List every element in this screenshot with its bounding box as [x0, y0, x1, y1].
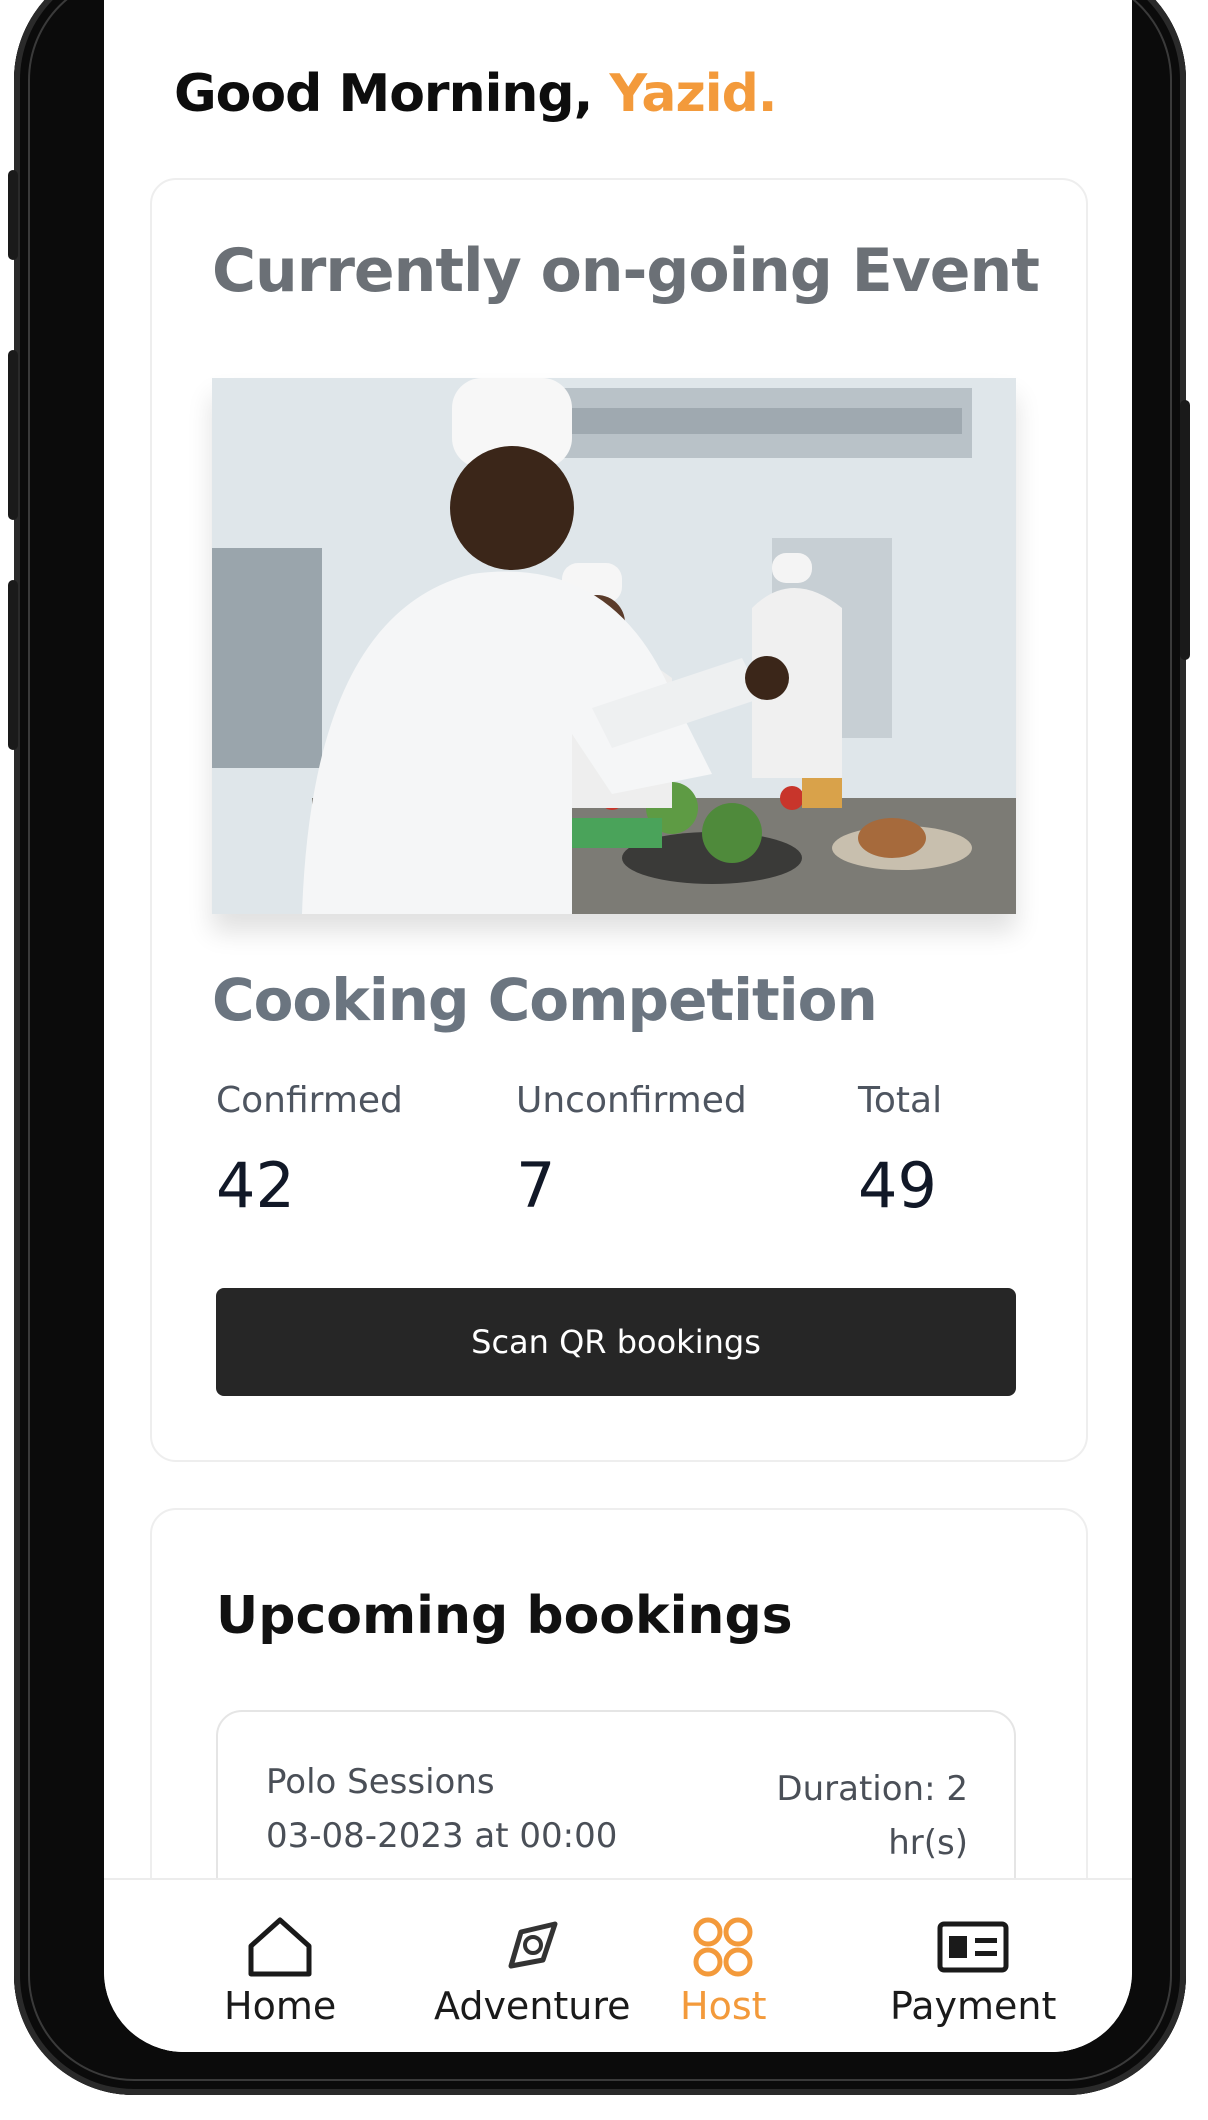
- compass-icon: [508, 1921, 558, 1969]
- tab-host[interactable]: Host: [680, 1914, 767, 2028]
- phone-frame: Good Morning, Yazid. Currently on-going …: [8, 0, 1190, 2095]
- event-image: [212, 378, 1016, 914]
- phone-side-button: [8, 170, 18, 260]
- booking-duration: Duration: 2 hr(s): [776, 1769, 968, 1863]
- grid-circles-icon: [693, 1917, 753, 1977]
- phone-volume-down-button: [8, 580, 18, 750]
- ongoing-event-title: Currently on-going Event: [212, 236, 1040, 306]
- ongoing-event-card: Currently on-going Event Cooking Competi…: [150, 178, 1088, 1462]
- stat-label: Total: [858, 1080, 943, 1121]
- stat-value: 42: [216, 1149, 295, 1222]
- stat-unconfirmed: Unconfirmed 7: [516, 1080, 747, 1222]
- greeting-prefix: Good Morning,: [174, 64, 610, 124]
- tab-label: Payment: [890, 1984, 1057, 2028]
- card-icon: [937, 1921, 1009, 1973]
- tab-home[interactable]: Home: [224, 1914, 336, 2028]
- stat-confirmed: Confirmed 42: [216, 1080, 403, 1222]
- stat-label: Confirmed: [216, 1080, 403, 1121]
- greeting-name: Yazid.: [609, 64, 778, 124]
- stat-value: 7: [516, 1149, 556, 1222]
- booking-date: 03-08-2023 at 00:00: [266, 1816, 618, 1856]
- booking-title: Polo Sessions: [266, 1762, 495, 1802]
- upcoming-bookings-title: Upcoming bookings: [216, 1586, 793, 1646]
- tab-label: Adventure: [434, 1984, 631, 2028]
- event-name: Cooking Competition: [212, 966, 878, 1034]
- tab-label: Host: [680, 1984, 767, 2028]
- event-photo-illustration: [212, 378, 1016, 914]
- stat-value: 49: [858, 1149, 937, 1222]
- tab-adventure[interactable]: Adventure: [434, 1914, 631, 2028]
- greeting: Good Morning, Yazid.: [174, 64, 778, 124]
- phone-volume-up-button: [8, 350, 18, 520]
- tab-payment[interactable]: Payment: [890, 1914, 1056, 2028]
- home-icon: [248, 1917, 312, 1977]
- app-screen: Good Morning, Yazid. Currently on-going …: [104, 0, 1132, 2052]
- phone-power-button: [1180, 400, 1190, 660]
- tab-label: Home: [224, 1984, 337, 2028]
- stat-total: Total 49: [858, 1080, 942, 1222]
- stat-label: Unconfirmed: [516, 1080, 747, 1121]
- scan-qr-bookings-button[interactable]: Scan QR bookings: [216, 1288, 1016, 1396]
- bottom-tab-bar: Home Adventure Host Payment: [104, 1878, 1132, 2052]
